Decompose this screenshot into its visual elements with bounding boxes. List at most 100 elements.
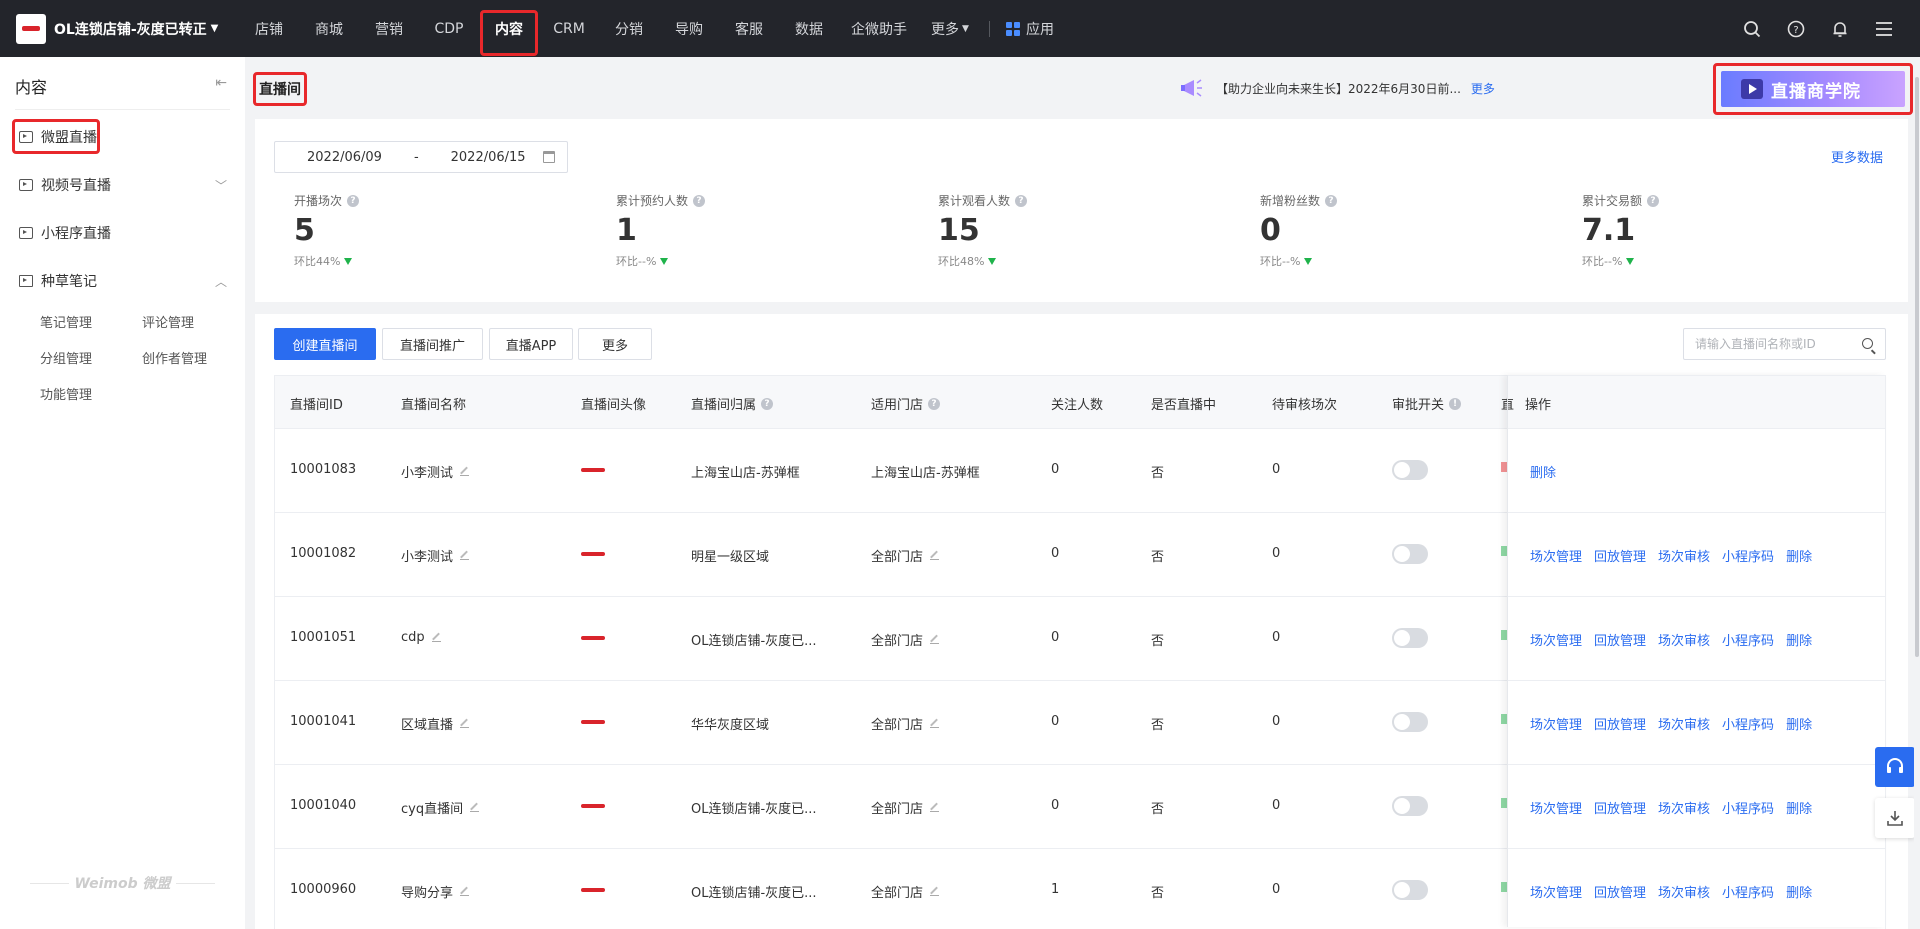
live-icon (19, 227, 33, 239)
edit-icon[interactable] (460, 467, 470, 476)
approval-toggle[interactable] (1392, 544, 1428, 564)
cell-approval (1392, 460, 1428, 480)
edit-icon[interactable] (470, 803, 480, 812)
stat-label: 累计交易额 (1582, 194, 1643, 208)
create-live-room-button[interactable]: 创建直播间 (274, 328, 376, 360)
date-range-picker[interactable]: 2022/06/09 - 2022/06/15 (274, 141, 568, 173)
live-room-table-card: 创建直播间 直播间推广 直播APP 更多 直播间ID 直播间名称 直播间头像 直… (255, 314, 1908, 929)
cell-owner: OL连锁店铺-灰度已... (691, 634, 817, 649)
help-icon[interactable]: ? (1774, 0, 1818, 57)
collapse-sidebar-icon[interactable]: ⇤ (215, 75, 227, 91)
edit-icon[interactable] (930, 887, 940, 896)
nav-item-wecom-assistant[interactable]: 企微助手 (839, 0, 919, 57)
edit-icon[interactable] (930, 719, 940, 728)
cell-followers: 0 (1051, 714, 1060, 729)
sidebar-item-channels-live[interactable]: 视频号直播 ﹀ (0, 165, 245, 205)
cell-id: 10001051 (290, 630, 357, 645)
edit-icon[interactable] (460, 719, 470, 728)
cell-owner: 华华灰度区域 (691, 718, 770, 733)
banner-graphic: 直播商学院 (1721, 71, 1905, 107)
nav-item-content[interactable]: 内容 (479, 0, 539, 57)
nav-item-data[interactable]: 数据 (779, 0, 839, 57)
nav-item-more[interactable]: 更多 ▼ (919, 0, 981, 57)
arrow-down-icon (660, 257, 669, 265)
store-text: 全部门店 (871, 802, 924, 817)
bell-icon[interactable] (1818, 0, 1862, 57)
nav-item-store[interactable]: 店铺 (239, 0, 299, 57)
col-store: 适用门店? (871, 394, 941, 413)
live-academy-banner[interactable]: 直播商学院 (1713, 63, 1913, 115)
cell-pending: 0 (1272, 882, 1281, 897)
help-circle-icon[interactable]: ? (347, 194, 360, 207)
sidebar-item-label: 种草笔记 (41, 274, 97, 290)
more-data-link[interactable]: 更多数据 (1831, 147, 1883, 166)
nav-item-cdp[interactable]: CDP (419, 0, 479, 57)
search-input[interactable] (1695, 329, 1855, 359)
customer-service-button[interactable] (1875, 747, 1915, 787)
approval-toggle[interactable] (1392, 628, 1428, 648)
approval-toggle[interactable] (1392, 796, 1428, 816)
help-circle-icon[interactable]: ! (1449, 397, 1462, 410)
help-circle-icon[interactable]: ? (1325, 194, 1338, 207)
nav-item-mall[interactable]: 商城 (299, 0, 359, 57)
nav-item-service[interactable]: 客服 (719, 0, 779, 57)
nav-item-marketing[interactable]: 营销 (359, 0, 419, 57)
edit-icon[interactable] (460, 551, 470, 560)
room-name: 小李测试 (401, 466, 454, 481)
search-icon[interactable] (1862, 338, 1873, 349)
col-owner-label: 直播间归属 (691, 398, 757, 413)
search-box (1683, 328, 1886, 360)
search-icon[interactable] (1730, 0, 1774, 57)
edit-icon[interactable] (930, 803, 940, 812)
live-app-button[interactable]: 直播APP (489, 328, 573, 360)
stat-value: 5 (294, 213, 315, 248)
nav-item-crm[interactable]: CRM (539, 0, 599, 57)
nav-item-guide[interactable]: 导购 (659, 0, 719, 57)
stat-ratio: 环比--% (1582, 255, 1623, 268)
cell-pending: 0 (1272, 546, 1281, 561)
help-circle-icon[interactable]: ? (693, 194, 706, 207)
download-button[interactable] (1875, 798, 1915, 838)
store-text: 全部门店 (871, 718, 924, 733)
edit-icon[interactable] (460, 887, 470, 896)
approval-toggle[interactable] (1392, 880, 1428, 900)
promote-live-room-button[interactable]: 直播间推广 (382, 328, 483, 360)
more-button[interactable]: 更多 (578, 328, 652, 360)
col-followers: 关注人数 (1051, 398, 1104, 413)
sidebar-sub-note-manage[interactable]: 笔记管理 (40, 312, 92, 331)
stat-live-sessions: 开播场次? 5 环比44% (294, 192, 360, 269)
sidebar-sub-creator-manage[interactable]: 创作者管理 (142, 348, 207, 367)
edit-icon[interactable] (930, 635, 940, 644)
sidebar-sub-comment-manage[interactable]: 评论管理 (142, 312, 194, 331)
sidebar-item-label: 视频号直播 (41, 178, 111, 194)
cell-followers: 0 (1051, 630, 1060, 645)
notice-text[interactable]: 【助力企业向未来生长】2022年6月30日前... (1216, 80, 1461, 97)
help-circle-icon[interactable]: ? (761, 397, 774, 410)
edit-icon[interactable] (431, 633, 441, 642)
notice-more-link[interactable]: 更多 (1471, 80, 1495, 97)
sidebar-item-notes[interactable]: 种草笔记 ︿ (0, 261, 245, 301)
play-icon (1741, 79, 1763, 99)
cell-id: 10001040 (290, 798, 357, 813)
sidebar-item-miniprogram-live[interactable]: 小程序直播 (0, 213, 245, 253)
page-scrollbar[interactable] (1914, 57, 1920, 929)
cell-avatar (581, 798, 605, 808)
nav-item-distribution[interactable]: 分销 (599, 0, 659, 57)
date-separator: - (413, 149, 419, 165)
help-circle-icon[interactable]: ? (1015, 194, 1028, 207)
cell-store: 全部门店 (871, 798, 940, 817)
sidebar-sub-group-manage[interactable]: 分组管理 (40, 348, 92, 367)
cell-approval (1392, 712, 1428, 732)
approval-toggle[interactable] (1392, 460, 1428, 480)
store-switcher[interactable]: OL连锁店铺-灰度已转正 ▼ (16, 13, 239, 44)
arrow-down-icon (1626, 257, 1635, 265)
col-name: 直播间名称 (401, 398, 467, 413)
menu-icon[interactable] (1862, 0, 1906, 57)
help-circle-icon[interactable]: ? (1647, 194, 1660, 207)
edit-icon[interactable] (930, 551, 940, 560)
nav-item-apps[interactable]: 应用 (1000, 0, 1060, 57)
approval-toggle[interactable] (1392, 712, 1428, 732)
help-circle-icon[interactable]: ? (928, 397, 941, 410)
cell-followers: 0 (1051, 546, 1060, 561)
sidebar-sub-feature-manage[interactable]: 功能管理 (40, 384, 92, 403)
